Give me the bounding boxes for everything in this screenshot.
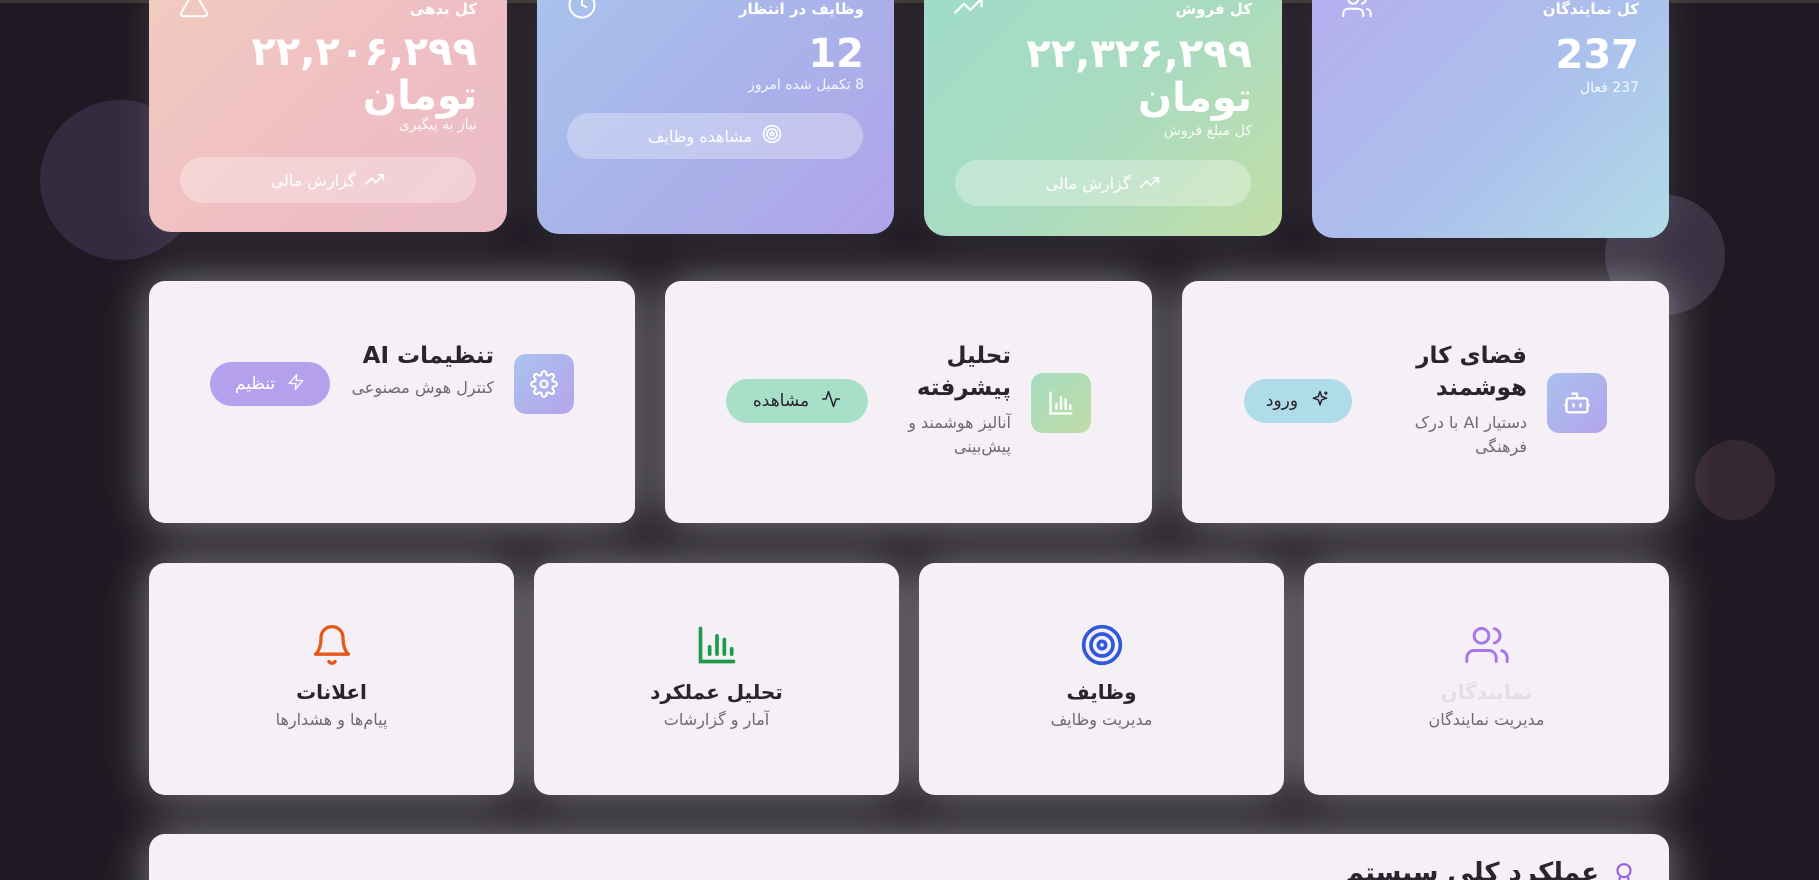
zap-icon	[287, 372, 305, 397]
view-button[interactable]: مشاهده	[726, 379, 868, 423]
feature-card-ai-settings[interactable]: تنظیمات AI کنترل هوش مصنوعی تنظیم	[149, 281, 635, 523]
nav-desc: پیام‌ها و هشدارها	[275, 710, 388, 729]
bar-chart-icon	[695, 623, 739, 667]
button-label: مشاهده	[752, 391, 810, 411]
section-title: عملکرد کلی سیستم	[1344, 858, 1599, 880]
stat-value: ۲۲,۲۰۶,۲۹۹ تومان	[251, 29, 477, 119]
stat-label: وظایف در انتظار	[738, 0, 864, 18]
enter-button[interactable]: ورود	[1244, 379, 1352, 423]
system-performance-card: عملکرد کلی سیستم	[149, 834, 1669, 880]
target-icon	[762, 124, 782, 148]
configure-button[interactable]: تنظیم	[210, 362, 330, 406]
nav-card-tasks[interactable]: وظایف مدیریت وظایف	[919, 563, 1284, 795]
stat-value: 12	[808, 31, 864, 77]
bot-icon	[1547, 373, 1607, 433]
stat-label: کل بدهی	[409, 0, 477, 18]
activity-icon	[821, 389, 841, 414]
trending-up-icon	[954, 0, 984, 24]
background-orb	[1695, 440, 1775, 520]
financial-report-button[interactable]: گزارش مالی	[955, 160, 1251, 206]
nav-title: نمایندگان	[1440, 680, 1533, 704]
settings-icon	[514, 354, 574, 414]
stat-label: کل نمایندگان	[1542, 0, 1639, 18]
button-label: گزارش مالی	[1045, 173, 1131, 193]
bell-icon	[310, 623, 354, 667]
feature-title: تنظیمات AI	[362, 343, 494, 369]
stat-card-sales: کل فروش ۲۲,۳۲۶,۲۹۹ تومان کل مبلغ فروش گز…	[924, 0, 1282, 236]
stat-card-total-debt: کل بدهی ۲۲,۲۰۶,۲۹۹ تومان نیاز به پیگیری …	[149, 0, 507, 232]
stat-card-pending-tasks: وظایف در انتظار 12 8 تکمیل شده امروز مشا…	[537, 0, 894, 234]
button-label: مشاهده وظایف	[647, 126, 753, 146]
alert-triangle-icon	[179, 0, 209, 20]
stat-sub: 8 تکمیل شده امروز	[748, 77, 864, 93]
feature-card-smart-workspace[interactable]: فضای کار هوشمند دستیار AI با درک فرهنگی …	[1182, 281, 1669, 523]
button-label: ورود	[1265, 391, 1299, 411]
bar-chart-icon	[1031, 373, 1091, 433]
users-icon	[1342, 0, 1372, 20]
button-label: گزارش مالی	[270, 170, 356, 190]
nav-title: تحلیل عملکرد	[650, 680, 783, 704]
stat-sub: نیاز به پیگیری	[398, 117, 477, 133]
nav-card-notifications[interactable]: اعلانات پیام‌ها و هشدارها	[149, 563, 514, 795]
clock-icon	[567, 0, 597, 20]
feature-desc: کنترل هوش مصنوعی	[351, 378, 494, 397]
nav-desc: مدیریت وظایف	[1050, 710, 1153, 729]
nav-desc: آمار و گزارشات	[663, 710, 770, 729]
stat-card-representatives: کل نمایندگان 237 237 فعال	[1312, 0, 1669, 238]
stat-value: 237	[1555, 32, 1640, 78]
nav-card-representatives[interactable]: نمایندگان مدیریت نمایندگان	[1304, 563, 1669, 795]
button-label: تنظیم	[234, 374, 276, 394]
nav-desc: مدیریت نمایندگان	[1428, 710, 1545, 729]
target-icon	[1080, 623, 1124, 667]
trending-up-icon	[1140, 174, 1160, 193]
view-tasks-button[interactable]: مشاهده وظایف	[567, 113, 863, 159]
stat-sub: 237 فعال	[1579, 80, 1639, 96]
users-icon	[1464, 623, 1509, 667]
sparkles-icon	[1310, 389, 1330, 414]
feature-title: فضای کار هوشمند	[1416, 343, 1527, 402]
financial-report-button[interactable]: گزارش مالی	[180, 157, 476, 203]
stat-sub: کل مبلغ فروش	[1163, 123, 1252, 139]
stat-label: کل فروش	[1175, 0, 1252, 18]
feature-desc: آنالیز هوشمند و پیش‌بینی	[908, 413, 1011, 456]
feature-card-advanced-analytics[interactable]: تحلیل پیشرفته آنالیز هوشمند و پیش‌بینی م…	[665, 281, 1152, 523]
nav-title: وظایف	[1066, 680, 1137, 704]
trending-up-icon	[365, 171, 385, 190]
feature-desc: دستیار AI با درک فرهنگی	[1414, 413, 1527, 456]
stat-value: ۲۲,۳۲۶,۲۹۹ تومان	[1026, 31, 1252, 121]
nav-title: اعلانات	[296, 680, 367, 704]
award-icon	[1611, 860, 1637, 880]
feature-title: تحلیل پیشرفته	[916, 343, 1011, 402]
nav-card-performance-analysis[interactable]: تحلیل عملکرد آمار و گزارشات	[534, 563, 899, 795]
